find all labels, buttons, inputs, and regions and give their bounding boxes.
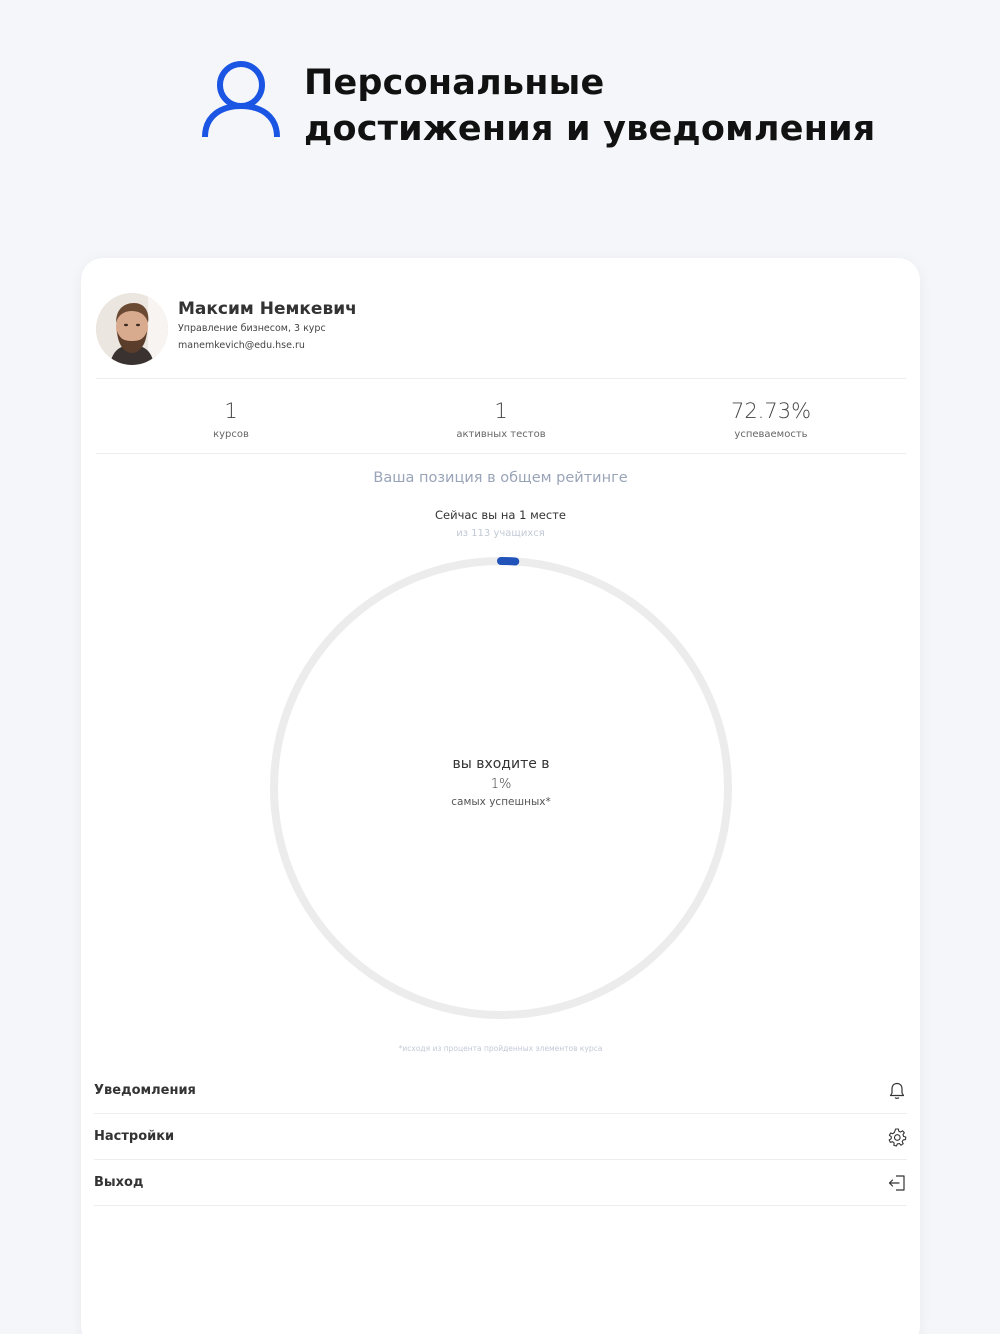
menu-item-settings[interactable]: Настройки	[94, 1114, 907, 1160]
menu-item-label: Настройки	[94, 1129, 175, 1144]
stat-courses: 1 курсов	[96, 380, 366, 440]
place-prefix: Сейчас вы на	[435, 508, 516, 522]
profile-program: Управление бизнесом, 3 курс	[178, 323, 326, 334]
bell-icon	[889, 1082, 905, 1099]
ring-percent: 1%	[490, 777, 512, 792]
stat-value: 1	[224, 399, 238, 423]
settings-menu: Уведомления Настройки Выход	[94, 1068, 907, 1206]
rating-title: Ваша позиция в общем рейтинге	[373, 470, 628, 486]
ring-text-line1: вы входите в	[452, 756, 550, 772]
menu-item-label: Выход	[94, 1175, 144, 1190]
stat-value: 72.73%	[730, 399, 812, 423]
stat-performance: 72.73% успеваемость	[636, 380, 906, 440]
stat-label: курсов	[213, 429, 249, 440]
place-suffix: месте	[530, 508, 566, 522]
promo-title-line2: достижения и уведомления	[304, 109, 876, 149]
place-line: Сейчас вы на 1 месте	[81, 508, 920, 522]
stat-label: успеваемость	[734, 429, 808, 440]
ring-center-text: вы входите в 1% самых успешных*	[269, 756, 733, 808]
profile-email: manemkevich@edu.hse.ru	[178, 340, 305, 351]
ring-text-line3: самых успешных*	[451, 796, 551, 808]
user-icon	[202, 61, 280, 138]
profile-card: Максим Немкевич Управление бизнесом, 3 к…	[81, 258, 920, 1334]
promo-title-line1: Персональные	[304, 63, 605, 103]
stat-label: активных тестов	[456, 429, 546, 440]
stats-row: 1 курсов 1 активных тестов 72.73% успева…	[96, 380, 906, 454]
logout-icon	[888, 1175, 905, 1191]
menu-item-label: Уведомления	[94, 1083, 196, 1098]
place-total: из 113 учащихся	[456, 528, 545, 539]
profile-name: Максим Немкевич	[178, 299, 357, 319]
avatar[interactable]	[96, 293, 168, 365]
menu-item-notifications[interactable]: Уведомления	[94, 1068, 907, 1114]
place-value: 1	[519, 508, 527, 522]
stat-value: 1	[494, 399, 508, 423]
promo-header: Персональные достижения и уведомления	[0, 0, 1000, 220]
gear-icon	[888, 1128, 907, 1147]
footnote: *исходя из процента пройденных элементов…	[398, 1044, 603, 1053]
menu-item-logout[interactable]: Выход	[94, 1160, 907, 1206]
profile-header: Максим Немкевич Управление бизнесом, 3 к…	[96, 293, 906, 379]
stat-active-tests: 1 активных тестов	[366, 380, 636, 440]
avatar-photo	[96, 293, 168, 365]
promo-title: Персональные достижения и уведомления	[304, 60, 875, 152]
